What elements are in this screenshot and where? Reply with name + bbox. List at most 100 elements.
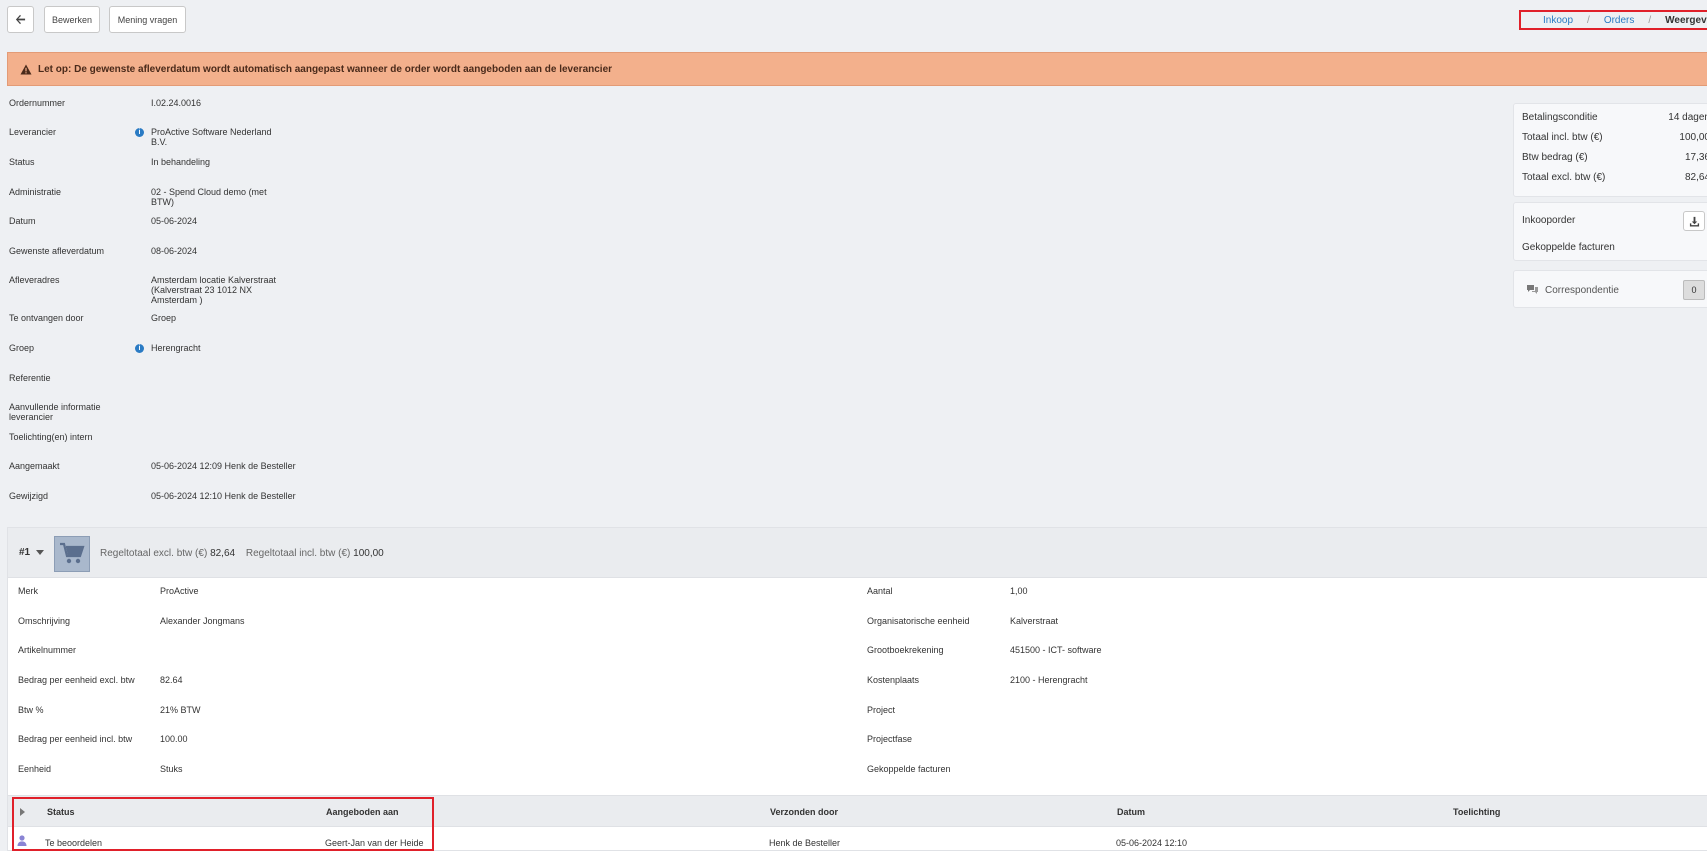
line-total-excl-label: Regeltotaal excl. btw (€) xyxy=(100,548,208,559)
breadcrumb-orders[interactable]: Orders xyxy=(1604,15,1635,26)
line-total-incl-label: Regeltotaal incl. btw (€) xyxy=(245,548,351,559)
detail-label: Ordernummer xyxy=(9,98,66,108)
detail-value: 08-06-2024 xyxy=(151,246,198,256)
field-label: Gekoppelde facturen xyxy=(867,764,951,774)
field-value: ProActive xyxy=(160,586,199,596)
line-total-excl-value: 82,64 xyxy=(210,548,236,559)
column-header-status[interactable]: Status xyxy=(47,807,75,817)
field-label: Merk xyxy=(18,586,38,596)
field-label: Projectfase xyxy=(867,734,913,744)
breadcrumb-separator: / xyxy=(1648,14,1652,26)
detail-label: Leverancier xyxy=(9,127,57,137)
field-label: Grootboekrekening xyxy=(867,645,944,655)
detail-value: 05-06-2024 12:09 Henk de Besteller xyxy=(151,461,296,471)
summary-label: Btw bedrag (€) xyxy=(1522,152,1588,163)
field-label: Aantal xyxy=(867,586,893,596)
correspondence-panel[interactable]: Correspondentie 0 xyxy=(1513,270,1707,308)
field-value: Stuks xyxy=(160,764,183,774)
summary-row: Betalingsconditie 14 dagen xyxy=(1522,112,1707,124)
detail-label: Administratie xyxy=(9,187,62,197)
breadcrumb-inkoop[interactable]: Inkoop xyxy=(1543,15,1573,26)
field-label: Bedrag per eenheid excl. btw xyxy=(18,675,135,685)
detail-label: Gewenste afleverdatum xyxy=(9,246,105,256)
summary-row: Totaal excl. btw (€) 82,64 xyxy=(1522,172,1707,184)
download-button[interactable] xyxy=(1683,211,1705,231)
detail-value: 05-06-2024 12:10 Henk de Besteller xyxy=(151,491,296,501)
field-value: 82.64 xyxy=(160,675,183,685)
linked-invoices-link[interactable]: Gekoppelde facturen xyxy=(1522,242,1615,253)
order-line: #1 Regeltotaal excl. btw (€) 82,64 Regel… xyxy=(7,527,1707,851)
expand-icon[interactable] xyxy=(20,808,25,816)
field-value: 2100 - Herengracht xyxy=(1010,675,1088,685)
summary-value: 82,64 xyxy=(1684,172,1707,183)
arrow-left-icon xyxy=(15,14,26,25)
breadcrumb-separator: / xyxy=(1587,14,1590,26)
documents-panel: Inkooporder Gekoppelde facturen xyxy=(1513,202,1707,261)
summary-label: Totaal excl. btw (€) xyxy=(1522,172,1606,183)
order-summary-panel: Betalingsconditie 14 dagen Totaal incl. … xyxy=(1513,103,1707,197)
detail-label: Aanvullende informatie leverancier xyxy=(9,402,101,422)
detail-value: Herengracht xyxy=(151,343,201,353)
detail-label: Datum xyxy=(9,216,36,226)
cell-date: 05-06-2024 12:10 xyxy=(1116,838,1188,848)
field-label: Btw % xyxy=(18,705,44,715)
detail-label: Toelichting(en) intern xyxy=(9,432,93,442)
approval-table-header: Status Aangeboden aan Verzonden door Dat… xyxy=(8,795,1707,827)
breadcrumb: Inkoop / Orders / Weergeven xyxy=(1519,10,1707,30)
ask-opinion-button[interactable]: Mening vragen xyxy=(109,6,186,33)
detail-value: ProActive Software Nederland B.V. xyxy=(151,127,272,147)
info-icon[interactable]: i xyxy=(135,344,144,353)
line-totals: Regeltotaal excl. btw (€) 82,64 Regeltot… xyxy=(100,548,392,559)
detail-label: Gewijzigd xyxy=(9,491,49,501)
summary-value: 14 dagen xyxy=(1668,112,1707,123)
field-label: Artikelnummer xyxy=(18,645,77,655)
summary-label: Betalingsconditie xyxy=(1522,112,1598,123)
warning-alert: Let op: De gewenste afleverdatum wordt a… xyxy=(7,52,1707,86)
field-label: Project xyxy=(867,705,896,715)
field-label: Organisatorische eenheid xyxy=(867,616,970,626)
detail-value: In behandeling xyxy=(151,157,211,167)
breadcrumb-current: Weergeven xyxy=(1665,14,1707,26)
download-icon xyxy=(1689,216,1699,227)
field-value: 1,00 xyxy=(1010,586,1028,596)
detail-value: I.02.24.0016 xyxy=(151,98,202,108)
detail-label: Aangemaakt xyxy=(9,461,60,471)
detail-value: 02 - Spend Cloud demo (met BTW) xyxy=(151,187,267,207)
cell-sent-by: Henk de Besteller xyxy=(769,838,841,848)
summary-row: Btw bedrag (€) 17,36 xyxy=(1522,152,1707,164)
field-value: 451500 - ICT- software xyxy=(1010,645,1102,655)
warning-icon xyxy=(20,64,32,74)
summary-value: 17,36 xyxy=(1684,152,1707,163)
column-header-datum[interactable]: Datum xyxy=(1117,807,1145,817)
order-line-header: #1 Regeltotaal excl. btw (€) 82,64 Regel… xyxy=(8,528,1707,578)
column-header-toelichting[interactable]: Toelichting xyxy=(1453,807,1500,817)
shopping-cart-icon xyxy=(60,542,85,564)
user-icon xyxy=(17,835,27,846)
edit-button[interactable]: Bewerken xyxy=(44,6,100,33)
summary-row: Totaal incl. btw (€) 100,00 xyxy=(1522,132,1707,144)
field-value: Kalverstraat xyxy=(1010,616,1059,626)
purchase-order-link[interactable]: Inkooporder xyxy=(1522,215,1575,226)
summary-value: 100,00 xyxy=(1679,132,1707,143)
detail-value: Amsterdam locatie Kalverstraat (Kalverst… xyxy=(151,275,277,305)
correspondence-count-badge: 0 xyxy=(1683,280,1705,300)
product-image xyxy=(54,536,90,572)
back-button[interactable] xyxy=(7,6,34,33)
field-label: Kostenplaats xyxy=(867,675,920,685)
info-icon[interactable]: i xyxy=(135,128,144,137)
correspondence-label: Correspondentie xyxy=(1545,285,1619,296)
column-header-aangeboden-aan[interactable]: Aangeboden aan xyxy=(326,807,399,817)
caret-down-icon[interactable] xyxy=(36,550,44,555)
field-label: Eenheid xyxy=(18,764,52,774)
cell-offered-to: Geert-Jan van der Heide xyxy=(325,838,424,848)
detail-value: Groep xyxy=(151,313,177,323)
line-number: #1 xyxy=(19,547,31,558)
column-header-verzonden-door[interactable]: Verzonden door xyxy=(770,807,838,817)
comments-icon xyxy=(1527,285,1538,294)
cell-status: Te beoordelen xyxy=(45,838,103,848)
field-label: Bedrag per eenheid incl. btw xyxy=(18,734,133,744)
summary-label: Totaal incl. btw (€) xyxy=(1522,132,1603,143)
line-total-incl-value: 100,00 xyxy=(353,548,384,559)
detail-label: Te ontvangen door xyxy=(9,313,84,323)
field-value: 21% BTW xyxy=(160,705,201,715)
